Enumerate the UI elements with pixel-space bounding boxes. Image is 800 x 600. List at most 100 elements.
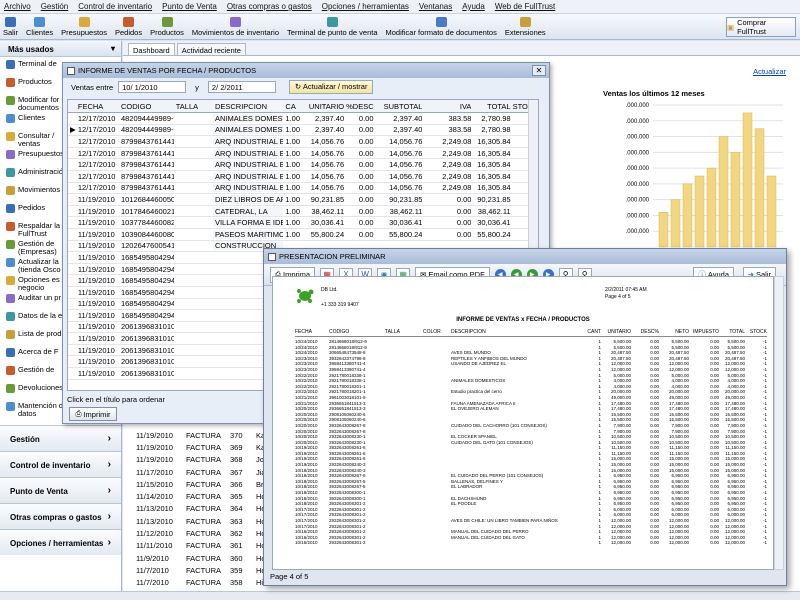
imprimir-button[interactable]: ⎙ Imprimir: [69, 407, 117, 421]
toolbar-icon-1: [34, 17, 46, 27]
table-row[interactable]: 12/17/2010 482094449989-9 ANIMALES DOMESTI…: [68, 113, 538, 125]
toolbar-label-1: Clientes: [26, 28, 54, 37]
table-row[interactable]: 12/17/2010 8799843761441-4 ARQ INDUSTRIAL …: [68, 148, 538, 160]
table-row[interactable]: 11/19/2010 1012684460050- DIEZ LIBROS DE A…: [68, 194, 538, 206]
menu-item-1[interactable]: Gestión: [41, 2, 69, 11]
table-cell: 12/17/2010: [77, 113, 116, 123]
toolbar-button-3[interactable]: Pedidos: [115, 17, 142, 39]
tab-actividad-reciente[interactable]: Actividad reciente: [176, 43, 246, 55]
table-cell: FACTURA: [186, 553, 222, 563]
chart-bar: [694, 175, 705, 248]
comprar-button[interactable]: ▣ Comprar FullTrust: [726, 17, 796, 37]
preview-scrollbar[interactable]: [774, 276, 784, 570]
date-to-input[interactable]: 2/ 2/2011: [207, 81, 276, 93]
preview-titlebar[interactable]: PRESENTACION PRELIMINAR: [264, 249, 786, 264]
table-cell: FACTURA: [186, 578, 222, 588]
toolbar-button-5[interactable]: Movimientos de inventario: [192, 17, 279, 39]
table-cell: 11/7/2010: [136, 565, 169, 575]
sidebar-item-label: Consultar / ventas: [18, 132, 55, 148]
informe-titlebar[interactable]: INFORME DE VENTAS POR FECHA / PRODUCTOS …: [63, 63, 549, 78]
sidebar-section-1[interactable]: Control de inventario: [0, 451, 121, 477]
report-column-header: UNITARIO: [607, 329, 631, 335]
table-cell: 2061396831010-: [120, 345, 174, 355]
report-column-header: CODIGO: [329, 329, 350, 335]
column-header[interactable]: IVA: [422, 102, 472, 111]
actualizar-link[interactable]: Actualizar: [753, 67, 786, 76]
toolbar-label-8: Extensiones: [504, 28, 546, 37]
sidebar-section-2[interactable]: Punto de Venta: [0, 477, 121, 503]
table-cell: 55,800.24: [389, 229, 423, 239]
menu-item-3[interactable]: Punto de Venta: [162, 2, 217, 11]
table-cell: 30,036.41: [389, 218, 423, 228]
tab-dashboard[interactable]: Dashboard: [128, 43, 175, 55]
chart-bar: [766, 175, 777, 248]
column-header[interactable]: CA: [283, 102, 305, 111]
table-cell: VILLA FORMA E IDEO: [212, 218, 284, 228]
toolbar-button-8[interactable]: Extensiones: [505, 17, 546, 39]
table-cell: 2,249.08: [442, 136, 472, 146]
table-cell: 1.00: [285, 125, 301, 135]
toolbar-button-2[interactable]: Presupuestos: [61, 17, 107, 39]
table-cell: 11/13/2010: [136, 516, 173, 526]
toolbar-button-1[interactable]: Clientes: [26, 17, 53, 39]
table-row[interactable]: 11/19/2010 1039084460080- PASEOS MARITIMOS…: [68, 229, 538, 241]
table-cell: 368: [230, 455, 243, 465]
date-from-input[interactable]: 10/ 1/2010: [118, 81, 187, 93]
menu-item-4[interactable]: Otras compras o gastos: [227, 2, 312, 11]
preview-window: PRESENTACION PRELIMINAR ⎙ Imprima ▦ X W ◉…: [263, 248, 787, 586]
toolbar-button-7[interactable]: Modificar formato de documentos: [386, 17, 497, 39]
report-title: INFORME DE VENTAS x FECHA / PRODUCTOS: [456, 317, 590, 323]
menu-item-0[interactable]: Archivo: [4, 2, 31, 11]
sidebar-header[interactable]: Más usados: [0, 41, 121, 57]
table-cell: 16,305.84: [477, 183, 511, 193]
menu-item-8[interactable]: Web de FullTrust: [495, 2, 555, 11]
sidebar-icon-17: [6, 366, 15, 375]
table-row[interactable]: ▶12/17/2010 482094449989-9 ANIMALES DOMEST…: [68, 125, 538, 137]
table-row[interactable]: 12/17/2010 8799843761441-4 ARQ INDUSTRIAL …: [68, 136, 538, 148]
sidebar-section-0[interactable]: Gestión: [0, 425, 121, 451]
column-header[interactable]: FECHA: [76, 102, 119, 111]
table-row[interactable]: 11/19/2010 1037784460082- VILLA FORMA E ID…: [68, 217, 538, 229]
column-header[interactable]: SUBTOTAL: [374, 102, 423, 111]
table-cell: FACTURA: [186, 455, 222, 465]
menu-item-5[interactable]: Opciones / herramientas: [322, 2, 409, 11]
table-cell: 360: [230, 553, 243, 563]
table-row[interactable]: 12/17/2010 8799843761441-4 ARQ INDUSTRIAL …: [68, 171, 538, 183]
column-header[interactable]: TOTAL: [471, 102, 510, 111]
toolbar-button-6[interactable]: Terminal de punto de venta: [287, 17, 378, 39]
sidebar-item-label: Auditar un pr: [18, 294, 61, 302]
table-cell: 2061396831010-: [120, 357, 174, 367]
toolbar-button-4[interactable]: Productos: [150, 17, 184, 39]
column-header[interactable]: DESCRIPCION: [212, 101, 284, 111]
chart-bar: [754, 128, 765, 248]
report-cell: 12,000.00: [724, 540, 745, 546]
column-header[interactable]: TALLA: [174, 102, 213, 111]
sidebar-section-4[interactable]: Opciones / herramientas: [0, 529, 121, 555]
y-tick-label: .000.000: [626, 166, 650, 172]
column-header[interactable]: %DESC: [344, 102, 373, 111]
toolbar-button-0[interactable]: Salir: [3, 17, 18, 39]
sidebar-icon-4: [6, 132, 15, 141]
table-row[interactable]: 11/19/2010 1017846460021- CATEDRAL, LA 1.00…: [68, 206, 538, 218]
sidebar-item-label: Modificar for documentos: [18, 96, 60, 112]
table-row[interactable]: 12/17/2010 8799843761441-4 ARQ INDUSTRIAL …: [68, 159, 538, 171]
column-header[interactable]: UNITARIO: [305, 102, 344, 111]
menu-item-7[interactable]: Ayuda: [462, 2, 485, 11]
table-cell: 362: [230, 529, 243, 539]
table-cell: 11/17/2010: [136, 467, 173, 477]
menu-item-2[interactable]: Control de inventario: [78, 2, 152, 11]
menu-item-6[interactable]: Ventanas: [419, 2, 452, 11]
sidebar-item-label: Clientes: [18, 114, 46, 122]
table-cell: 0.00: [358, 113, 374, 123]
table-row[interactable]: 12/17/2010 8799843761441-4 ARQ INDUSTRIAL …: [68, 183, 538, 195]
table-cell: 16,305.84: [477, 136, 511, 146]
table-cell: 30,036.41: [310, 218, 345, 228]
table-cell: ARQ INDUSTRIAL EN: [212, 171, 284, 181]
column-header[interactable]: CODIGO: [119, 102, 174, 111]
sidebar-section-3[interactable]: Otras compras o gastos: [0, 503, 121, 529]
table-cell: 12/17/2010: [77, 160, 116, 170]
close-icon[interactable]: ✕: [532, 65, 546, 76]
table-cell: 12/17/2010: [77, 136, 116, 146]
table-cell: 0.00: [358, 229, 374, 239]
actualizar-mostrar-button[interactable]: ↻ Actualizar / mostrar: [288, 80, 374, 94]
